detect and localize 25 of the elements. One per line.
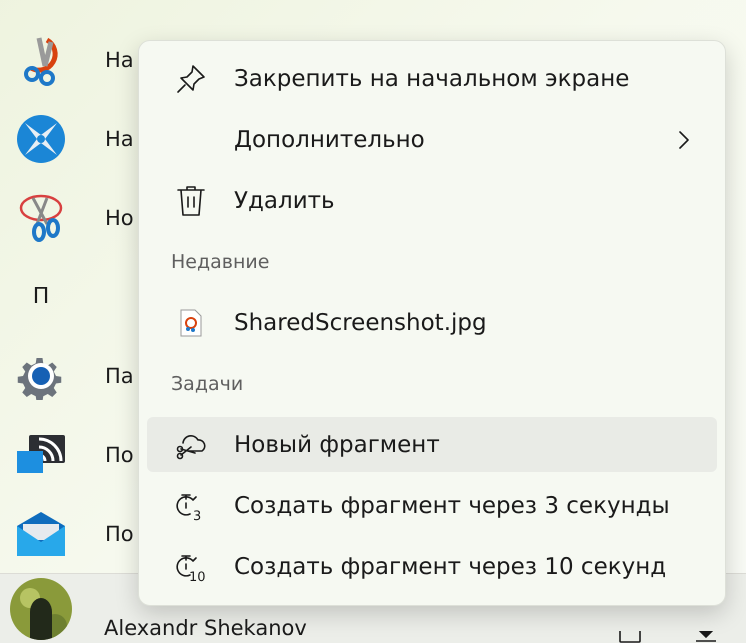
menu-item[interactable]: Новый фрагмент — [147, 417, 717, 472]
menu-item[interactable]: Дополнительно — [147, 109, 717, 170]
letter-heading[interactable]: П — [17, 284, 65, 309]
cast-icon — [17, 434, 65, 474]
image-file-icon — [180, 308, 202, 336]
menu-item[interactable]: Закрепить на начальном экране — [147, 48, 717, 109]
section-heading: Задачи — [170, 372, 244, 396]
menu-item[interactable]: SharedScreenshot.jpg — [147, 292, 717, 353]
section-heading: Недавние — [170, 250, 270, 274]
app-name[interactable]: По — [105, 522, 134, 546]
app-name[interactable]: Па — [105, 364, 134, 388]
app-name[interactable]: По — [105, 442, 134, 466]
app-name[interactable]: На — [105, 48, 134, 72]
app-name[interactable]: На — [105, 126, 134, 150]
pin-icon — [176, 64, 206, 94]
mail-icon — [17, 512, 65, 556]
download-icon[interactable] — [696, 631, 716, 643]
menu-item[interactable]: 10 Создать фрагмент через 10 секунд — [147, 536, 717, 597]
folder-icon[interactable] — [619, 631, 641, 643]
app-name[interactable]: Но — [105, 206, 134, 230]
menu-item[interactable]: 3 Создать фрагмент через 3 секунды — [147, 475, 717, 536]
menu-item[interactable]: Удалить — [147, 170, 717, 231]
user-name[interactable]: Alexandr Shekanov — [104, 616, 307, 640]
trash-icon — [177, 184, 205, 216]
compass-icon — [17, 114, 65, 162]
